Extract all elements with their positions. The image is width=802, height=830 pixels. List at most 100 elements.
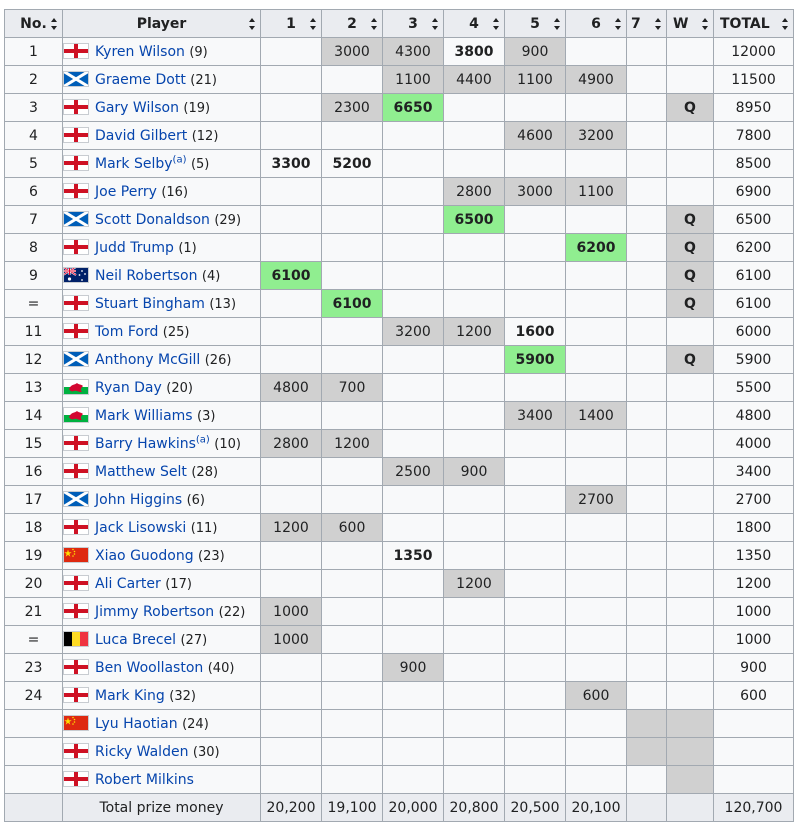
player-link[interactable]: Judd Trump — [95, 240, 174, 256]
column-header-6[interactable]: 6 — [565, 9, 627, 38]
table-row: = Stuart Bingham (13) 6100 Q 6100 — [4, 289, 794, 318]
table-row: 13 Ryan Day (20) 4800 700 5500 — [4, 373, 794, 402]
scotland-flag-icon[interactable] — [63, 211, 89, 227]
belgium-flag-icon[interactable] — [63, 631, 89, 647]
england-flag-icon[interactable] — [63, 575, 89, 591]
round-1-cell — [260, 541, 322, 570]
total-cell: 3400 — [713, 457, 794, 486]
england-flag-icon[interactable] — [63, 743, 89, 759]
england-flag-icon[interactable] — [63, 659, 89, 675]
player-link[interactable]: Luca Brecel — [95, 632, 176, 648]
player-link[interactable]: Tom Ford — [95, 324, 158, 340]
england-flag-icon[interactable] — [63, 687, 89, 703]
england-flag-icon[interactable] — [63, 99, 89, 115]
player-link[interactable]: Jack Lisowski — [95, 520, 186, 536]
china-flag-icon[interactable] — [63, 547, 89, 563]
player-link[interactable]: Graeme Dott — [95, 72, 186, 88]
player-link[interactable]: Lyu Haotian — [95, 716, 178, 732]
column-header-1[interactable]: 1 — [260, 9, 322, 38]
england-flag-icon[interactable] — [63, 43, 89, 59]
footer-total-round-5: 20,500 — [504, 793, 566, 822]
round-6-cell — [565, 429, 627, 458]
player-link[interactable]: Mark Selby — [95, 156, 173, 172]
player-link[interactable]: Joe Perry — [95, 184, 157, 200]
england-flag-icon[interactable] — [63, 771, 89, 787]
player-link[interactable]: Gary Wilson — [95, 100, 179, 116]
england-flag-icon[interactable] — [63, 603, 89, 619]
player-link[interactable]: Ali Carter — [95, 576, 161, 592]
player-link[interactable]: Neil Robertson — [95, 268, 197, 284]
sort-icon[interactable] — [554, 17, 561, 30]
player-link[interactable]: Anthony McGill — [95, 352, 200, 368]
sort-icon[interactable] — [51, 17, 58, 30]
player-link[interactable]: Mark King — [95, 688, 165, 704]
england-flag-icon[interactable] — [63, 435, 89, 451]
england-flag-icon[interactable] — [63, 183, 89, 199]
round-6-cell — [565, 653, 627, 682]
sort-icon[interactable] — [493, 17, 500, 30]
player-link[interactable]: David Gilbert — [95, 128, 187, 144]
player-link[interactable]: Ryan Day — [95, 380, 162, 396]
china-flag-icon[interactable] — [63, 715, 89, 731]
total-cell: 11500 — [713, 65, 794, 94]
column-header-3[interactable]: 3 — [382, 9, 444, 38]
sort-icon[interactable] — [615, 17, 622, 30]
player-cell: Ryan Day (20) — [62, 373, 261, 402]
column-header-no[interactable]: No. — [4, 9, 63, 38]
player-link[interactable]: Ben Woollaston — [95, 660, 203, 676]
sort-icon[interactable] — [371, 17, 378, 30]
column-header-5[interactable]: 5 — [504, 9, 566, 38]
player-link[interactable]: Xiao Guodong — [95, 548, 194, 564]
round-7-cell — [626, 373, 667, 402]
england-flag-icon[interactable] — [63, 323, 89, 339]
total-cell: 2700 — [713, 485, 794, 514]
footer-total-round-3: 20,000 — [382, 793, 444, 822]
player-link[interactable]: Scott Donaldson — [95, 212, 210, 228]
sort-icon[interactable] — [782, 17, 789, 30]
england-flag-icon[interactable] — [63, 239, 89, 255]
player-link[interactable]: Robert Milkins — [95, 772, 194, 788]
table-row: 17 John Higgins (6) 2700 2700 — [4, 485, 794, 514]
australia-flag-icon[interactable] — [63, 267, 89, 283]
round-w-cell — [666, 513, 714, 542]
england-flag-icon[interactable] — [63, 127, 89, 143]
scotland-flag-icon[interactable] — [63, 351, 89, 367]
sort-icon[interactable] — [655, 17, 662, 30]
footnote-link[interactable]: (a) — [173, 154, 187, 165]
player-link[interactable]: Kyren Wilson — [95, 44, 185, 60]
footnote-link[interactable]: (a) — [196, 434, 210, 445]
rank-cell: 24 — [4, 681, 63, 710]
player-link[interactable]: Jimmy Robertson — [95, 604, 214, 620]
column-header-w[interactable]: W — [666, 9, 714, 38]
round-5-cell: 3400 — [504, 401, 566, 430]
footer-total-round-7 — [626, 793, 667, 822]
player-link[interactable]: Barry Hawkins — [95, 436, 196, 452]
rank-cell: 15 — [4, 429, 63, 458]
player-link[interactable]: Ricky Walden — [95, 744, 188, 760]
player-link[interactable]: Stuart Bingham — [95, 296, 205, 312]
column-header-4[interactable]: 4 — [443, 9, 505, 38]
england-flag-icon[interactable] — [63, 519, 89, 535]
round-6-cell — [565, 345, 627, 374]
scotland-flag-icon[interactable] — [63, 491, 89, 507]
sort-icon[interactable] — [249, 17, 256, 30]
england-flag-icon[interactable] — [63, 295, 89, 311]
column-header-7[interactable]: 7 — [626, 9, 667, 38]
round-5-cell — [504, 457, 566, 486]
england-flag-icon[interactable] — [63, 463, 89, 479]
player-link[interactable]: Matthew Selt — [95, 464, 187, 480]
round-6-cell: 600 — [565, 681, 627, 710]
column-header-2[interactable]: 2 — [321, 9, 383, 38]
player-link[interactable]: Mark Williams — [95, 408, 193, 424]
column-header-total[interactable]: TOTAL — [713, 9, 794, 38]
sort-icon[interactable] — [702, 17, 709, 30]
sort-icon[interactable] — [432, 17, 439, 30]
england-flag-icon[interactable] — [63, 155, 89, 171]
wales-flag-icon[interactable] — [63, 379, 89, 395]
column-header-player[interactable]: Player — [62, 9, 261, 38]
sort-icon[interactable] — [310, 17, 317, 30]
scotland-flag-icon[interactable] — [63, 71, 89, 87]
wales-flag-icon[interactable] — [63, 407, 89, 423]
player-cell: Lyu Haotian (24) — [62, 709, 261, 738]
player-link[interactable]: John Higgins — [95, 492, 182, 508]
